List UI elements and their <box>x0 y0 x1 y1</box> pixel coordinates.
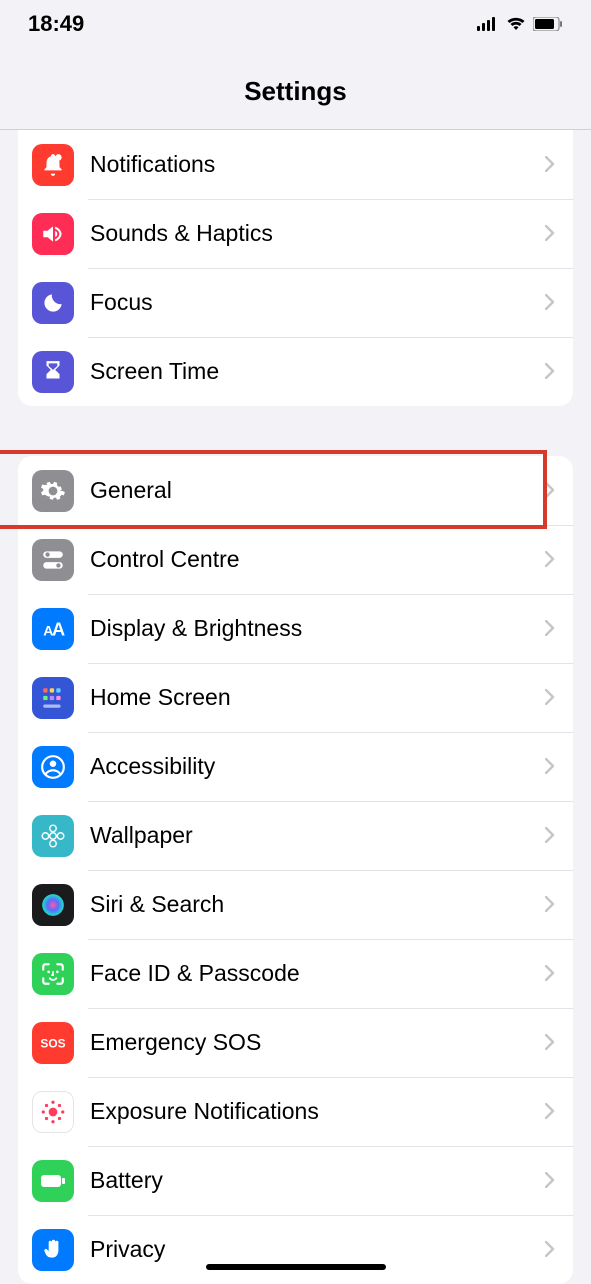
settings-group-2: General Control Centre AA Display & Brightn… <box>18 456 573 1284</box>
settings-row-label: Control Centre <box>90 546 545 573</box>
settings-row-label: Sounds & Haptics <box>90 220 545 247</box>
svg-text:A: A <box>52 618 65 639</box>
chevron-right-icon <box>545 221 573 247</box>
chevron-right-icon <box>545 685 573 711</box>
bell-icon <box>32 144 74 186</box>
settings-group-1: Notifications Sounds & Haptics Focus Screen… <box>18 130 573 406</box>
settings-row-battery[interactable]: Battery <box>18 1146 573 1215</box>
settings-row-label: Screen Time <box>90 358 545 385</box>
settings-row-sounds-haptics[interactable]: Sounds & Haptics <box>18 199 573 268</box>
chevron-right-icon <box>545 1237 573 1263</box>
settings-row-notifications[interactable]: Notifications <box>18 130 573 199</box>
status-time: 18:49 <box>28 11 84 37</box>
sos-icon: SOS <box>32 1022 74 1064</box>
wifi-icon <box>505 11 527 37</box>
battery-icon <box>533 11 563 37</box>
settings-row-siri-search[interactable]: Siri & Search <box>18 870 573 939</box>
faceid-icon <box>32 953 74 995</box>
settings-row-label: Emergency SOS <box>90 1029 545 1056</box>
status-bar: 18:49 <box>0 0 591 48</box>
settings-row-label: Accessibility <box>90 753 545 780</box>
svg-text:SOS: SOS <box>40 1036 65 1050</box>
settings-row-label: Home Screen <box>90 684 545 711</box>
settings-row-label: Privacy <box>90 1236 545 1263</box>
cellular-icon <box>477 11 499 37</box>
settings-row-label: Face ID & Passcode <box>90 960 545 987</box>
settings-row-general[interactable]: General <box>18 456 573 525</box>
settings-row-focus[interactable]: Focus <box>18 268 573 337</box>
settings-row-label: Notifications <box>90 151 545 178</box>
settings-row-label: Battery <box>90 1167 545 1194</box>
chevron-right-icon <box>545 290 573 316</box>
flower-icon <box>32 815 74 857</box>
siri-icon <box>32 884 74 926</box>
settings-row-screen-time[interactable]: Screen Time <box>18 337 573 406</box>
person-circle-icon <box>32 746 74 788</box>
chevron-right-icon <box>545 547 573 573</box>
settings-row-label: Siri & Search <box>90 891 545 918</box>
settings-row-privacy[interactable]: Privacy <box>18 1215 573 1284</box>
chevron-right-icon <box>545 823 573 849</box>
settings-row-control-centre[interactable]: Control Centre <box>18 525 573 594</box>
aa-icon: AA <box>32 608 74 650</box>
settings-row-wallpaper[interactable]: Wallpaper <box>18 801 573 870</box>
home-indicator[interactable] <box>206 1264 386 1270</box>
switches-icon <box>32 539 74 581</box>
speaker-icon <box>32 213 74 255</box>
chevron-right-icon <box>545 152 573 178</box>
chevron-right-icon <box>545 1030 573 1056</box>
chevron-right-icon <box>545 1099 573 1125</box>
page-title: Settings <box>0 76 591 107</box>
exposure-icon <box>32 1091 74 1133</box>
page-header: Settings <box>0 48 591 130</box>
chevron-right-icon <box>545 359 573 385</box>
settings-row-label: Focus <box>90 289 545 316</box>
settings-row-label: Exposure Notifications <box>90 1098 545 1125</box>
settings-row-emergency-sos[interactable]: SOS Emergency SOS <box>18 1008 573 1077</box>
settings-row-face-id-passcode[interactable]: Face ID & Passcode <box>18 939 573 1008</box>
settings-row-home-screen[interactable]: Home Screen <box>18 663 573 732</box>
chevron-right-icon <box>545 892 573 918</box>
settings-row-label: Wallpaper <box>90 822 545 849</box>
chevron-right-icon <box>545 616 573 642</box>
chevron-right-icon <box>545 478 573 504</box>
settings-row-accessibility[interactable]: Accessibility <box>18 732 573 801</box>
moon-icon <box>32 282 74 324</box>
settings-row-display-brightness[interactable]: AA Display & Brightness <box>18 594 573 663</box>
settings-row-exposure-notifications[interactable]: Exposure Notifications <box>18 1077 573 1146</box>
settings-row-label: General <box>90 477 545 504</box>
gear-icon <box>32 470 74 512</box>
grid-icon <box>32 677 74 719</box>
chevron-right-icon <box>545 1168 573 1194</box>
chevron-right-icon <box>545 961 573 987</box>
chevron-right-icon <box>545 754 573 780</box>
hand-icon <box>32 1229 74 1271</box>
settings-row-label: Display & Brightness <box>90 615 545 642</box>
status-indicators <box>477 11 563 37</box>
battery-icon <box>32 1160 74 1202</box>
hourglass-icon <box>32 351 74 393</box>
